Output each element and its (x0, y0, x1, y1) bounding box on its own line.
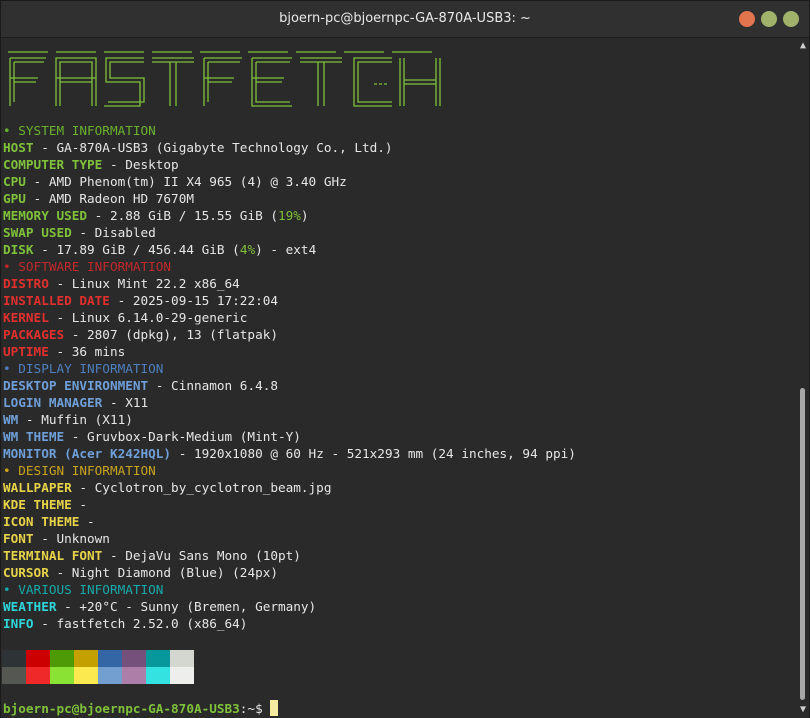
window-title: bjoern-pc@bjoernpc-GA-870A-USB3: ~ (279, 11, 531, 26)
palette-swatch (2, 667, 26, 684)
info-desktop-environment: DESKTOP ENVIRONMENT - Cinnamon 6.4.8 (3, 378, 278, 393)
info-weather: WEATHER - +20°C - Sunny (Bremen, Germany… (3, 599, 317, 614)
palette-swatch (26, 667, 50, 684)
fastfetch-logo (8, 51, 441, 107)
palette-swatch (122, 667, 146, 684)
scrollbar-thumb[interactable] (800, 388, 805, 700)
palette-swatch (98, 650, 122, 667)
info-kde-theme: KDE THEME - (3, 497, 88, 512)
info-font: FONT - Unknown (3, 531, 110, 546)
info-monitor: MONITOR (Acer K242HQL) - 1920x1080 @ 60 … (3, 446, 576, 461)
info-distro: DISTRO - Linux Mint 22.2 x86_64 (3, 276, 240, 291)
scroll-down-icon[interactable]: ▼ (797, 704, 809, 716)
info-login-manager: LOGIN MANAGER - X11 (3, 395, 149, 410)
palette-swatch (146, 650, 170, 667)
prompt-path: :~$ (239, 701, 271, 716)
palette-swatch (170, 650, 194, 667)
palette-swatch (26, 650, 50, 667)
info-disk: DISK - 17.89 GiB / 456.44 GiB (4%) - ext… (3, 242, 317, 257)
palette-swatch (50, 667, 74, 684)
info-installed-date: INSTALLED DATE - 2025-09-15 17:22:04 (3, 293, 279, 308)
info-wallpaper: WALLPAPER - Cyclotron_by_cyclotron_beam.… (3, 480, 332, 495)
maximize-button[interactable] (783, 11, 799, 27)
scroll-up-icon[interactable]: ▲ (797, 40, 809, 52)
terminal-output[interactable]: • SYSTEM INFORMATION HOST - GA-870A-USB3… (1, 38, 797, 718)
info-wm-theme: WM THEME - Gruvbox-Dark-Medium (Mint-Y) (3, 429, 301, 444)
section-header-design: • DESIGN INFORMATION (3, 463, 156, 478)
info-computer-type: COMPUTER TYPE - Desktop (3, 157, 179, 172)
info-host: HOST - GA-870A-USB3 (Gigabyte Technology… (3, 140, 393, 155)
info-cpu: CPU - AMD Phenom(tm) II X4 965 (4) @ 3.4… (3, 174, 347, 189)
info-uptime: UPTIME - 36 mins (3, 344, 126, 359)
title-bar[interactable]: bjoern-pc@bjoernpc-GA-870A-USB3: ~ (1, 1, 809, 38)
info-gpu: GPU - AMD Radeon HD 7670M (3, 191, 194, 206)
section-header-software: • SOFTWARE INFORMATION (3, 259, 172, 274)
info-swap: SWAP USED - Disabled (3, 225, 156, 240)
info-cursor: CURSOR - Night Diamond (Blue) (24px) (3, 565, 278, 580)
section-header-various: • VARIOUS INFORMATION (3, 582, 164, 597)
palette-swatch (98, 667, 122, 684)
palette-swatch (2, 650, 26, 667)
info-terminal-font: TERMINAL FONT - DejaVu Sans Mono (10pt) (3, 548, 301, 563)
scrollbar[interactable]: ▲ ▼ (797, 38, 809, 718)
info-wm: WM - Muffin (X11) (3, 412, 133, 427)
palette-swatch (146, 667, 170, 684)
info-memory: MEMORY USED - 2.88 GiB / 15.55 GiB (19%) (3, 208, 309, 223)
text-cursor (270, 700, 279, 716)
palette-swatch (122, 650, 146, 667)
info-fastfetch: INFO - fastfetch 2.52.0 (x86_64) (3, 616, 248, 631)
section-header-display: • DISPLAY INFORMATION (3, 361, 164, 376)
close-button[interactable] (739, 11, 755, 27)
shell-prompt[interactable]: bjoern-pc@bjoernpc-GA-870A-USB3:~$ (3, 700, 279, 717)
info-kernel: KERNEL - Linux 6.14.0-29-generic (3, 310, 248, 325)
palette-swatch (74, 650, 98, 667)
prompt-user-host: bjoern-pc@bjoernpc-GA-870A-USB3 (3, 701, 240, 716)
palette-swatch (50, 650, 74, 667)
info-icon-theme: ICON THEME - (3, 514, 95, 529)
info-packages: PACKAGES - 2807 (dpkg), 13 (flatpak) (3, 327, 278, 342)
minimize-button[interactable] (761, 11, 777, 27)
section-header-system: • SYSTEM INFORMATION (3, 123, 156, 138)
palette-swatch (170, 667, 194, 684)
palette-swatch (74, 667, 98, 684)
terminal-window: bjoern-pc@bjoernpc-GA-870A-USB3: ~ • SYS… (0, 0, 810, 718)
